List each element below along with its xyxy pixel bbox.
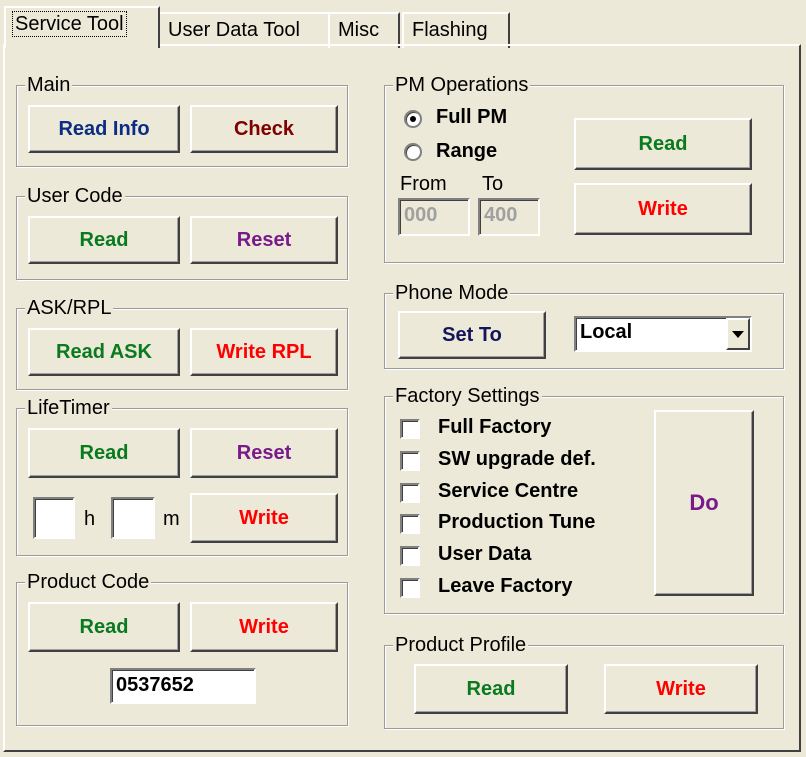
tab-user-data-tool[interactable]: User Data Tool xyxy=(158,12,330,48)
tab-label: Misc xyxy=(338,19,380,41)
tab-label: User Data Tool xyxy=(168,19,300,41)
tab-label: Flashing xyxy=(412,19,488,41)
tab-strip: Service Tool User Data Tool Misc Flashin… xyxy=(0,0,806,50)
tab-flashing[interactable]: Flashing xyxy=(402,12,510,48)
tab-panel xyxy=(3,44,801,752)
tab-label: Service Tool xyxy=(12,11,127,37)
tab-misc[interactable]: Misc xyxy=(328,12,400,48)
tab-service-tool[interactable]: Service Tool xyxy=(4,6,160,48)
